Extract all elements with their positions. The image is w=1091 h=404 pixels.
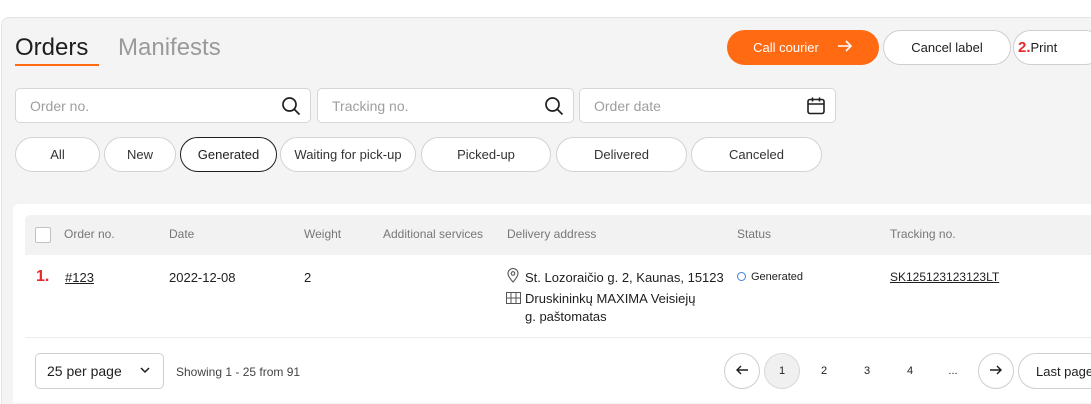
arrow-right-icon: [989, 365, 1003, 378]
filter-all[interactable]: All: [15, 137, 100, 172]
status-badge: Generated: [737, 271, 803, 283]
showing-count: Showing 1 - 25 from 91: [176, 365, 301, 379]
tracking-no-field[interactable]: [317, 88, 574, 123]
status-text: Generated: [751, 271, 803, 283]
page-1-button[interactable]: 1: [764, 353, 800, 389]
table-divider: [25, 337, 1091, 338]
search-icon[interactable]: [281, 96, 301, 116]
column-date[interactable]: Date: [169, 227, 194, 241]
order-date-field[interactable]: [579, 88, 836, 123]
status-circle-icon: [737, 271, 746, 281]
pickup-point-line-2: g. paštomatas: [525, 309, 607, 324]
calendar-icon[interactable]: [806, 96, 826, 116]
order-no-input[interactable]: [28, 97, 253, 115]
order-date-input[interactable]: [592, 97, 788, 115]
orders-table-card: Order no. Date Weight Additional service…: [13, 204, 1091, 403]
step-marker-2: 2.: [1018, 39, 1031, 56]
page-3-button[interactable]: 3: [849, 353, 885, 389]
delivery-address: St. Lozoraičio g. 2, Kaunas, 15123: [525, 270, 724, 285]
arrow-left-icon: [735, 365, 749, 378]
tracking-no-input[interactable]: [330, 97, 526, 115]
filter-canceled[interactable]: Canceled: [691, 137, 822, 172]
tracking-no-link[interactable]: SK125123123123LT: [890, 270, 999, 284]
column-weight[interactable]: Weight: [304, 227, 341, 241]
filter-picked-up[interactable]: Picked-up: [421, 137, 551, 172]
active-tab-indicator: [15, 64, 99, 66]
page-2-button[interactable]: 2: [806, 353, 842, 389]
per-page-select[interactable]: 25 per page: [35, 353, 164, 389]
column-additional-services[interactable]: Additional services: [383, 227, 483, 241]
filter-new[interactable]: New: [104, 137, 176, 172]
page-4-button[interactable]: 4: [892, 353, 928, 389]
table-header: Order no. Date Weight Additional service…: [25, 215, 1091, 255]
call-courier-button[interactable]: Call courier: [727, 30, 879, 65]
select-all-checkbox[interactable]: [35, 227, 51, 243]
order-no-field[interactable]: [15, 88, 311, 123]
order-date: 2022-12-08: [169, 270, 236, 285]
chevron-down-icon: [139, 363, 151, 375]
pagination-ellipsis: ...: [948, 365, 958, 377]
filter-generated[interactable]: Generated: [180, 137, 277, 172]
tab-manifests[interactable]: Manifests: [118, 34, 221, 62]
cancel-label-button[interactable]: Cancel label: [883, 30, 1011, 65]
location-pin-icon: [507, 268, 519, 288]
column-delivery-address[interactable]: Delivery address: [507, 227, 596, 241]
step-marker-1: 1.: [36, 268, 50, 285]
print-button[interactable]: 2. Print: [1013, 30, 1091, 65]
pickup-point-line-1: Druskininkų MAXIMA Veisiejų: [525, 291, 696, 306]
print-label: Print: [1030, 40, 1058, 55]
next-page-button[interactable]: [978, 353, 1014, 389]
filter-delivered[interactable]: Delivered: [556, 137, 687, 172]
call-courier-label: Call courier: [753, 40, 819, 55]
arrow-right-icon: [837, 39, 853, 57]
order-weight: 2: [304, 270, 312, 285]
previous-page-button[interactable]: [724, 353, 760, 389]
per-page-value: 25 per page: [47, 363, 122, 379]
tab-orders[interactable]: Orders: [15, 34, 88, 62]
parcel-locker-icon: [506, 291, 521, 309]
column-order-no[interactable]: Order no.: [64, 227, 115, 241]
search-icon[interactable]: [544, 96, 564, 116]
order-no-link[interactable]: #123: [65, 270, 94, 285]
column-tracking-no[interactable]: Tracking no.: [890, 227, 956, 241]
last-page-button[interactable]: Last page: [1018, 353, 1091, 389]
filter-waiting-for-pick-up[interactable]: Waiting for pick-up: [280, 137, 416, 172]
column-status[interactable]: Status: [737, 227, 771, 241]
